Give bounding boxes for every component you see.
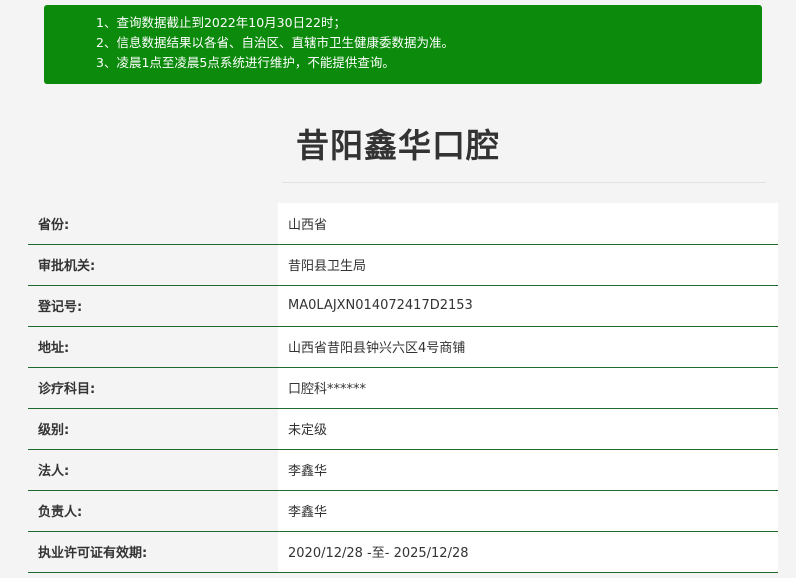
row-value: 李鑫华 — [278, 490, 778, 532]
row-label: 登记号: — [28, 285, 278, 327]
notice-line: 3、凌晨1点至凌晨5点系统进行维护，不能提供查询。 — [96, 55, 395, 70]
row-value: 昔阳县卫生局 — [278, 244, 778, 286]
row-value: 山西省 — [278, 203, 778, 245]
row-label: 负责人: — [28, 490, 278, 532]
table-row: 执业许可证有效期: 2020/12/28 -至- 2025/12/28 — [28, 531, 778, 573]
row-label: 诊疗科目: — [28, 367, 278, 409]
row-label: 审批机关: — [28, 244, 278, 286]
table-row: 负责人: 李鑫华 — [28, 490, 778, 532]
table-row: 法人: 李鑫华 — [28, 449, 778, 491]
notice-banner: 1、查询数据截止到2022年10月30日22时； 2、信息数据结果以各省、自治区… — [44, 5, 762, 84]
table-row: 级别: 未定级 — [28, 408, 778, 450]
notice-line: 2、信息数据结果以各省、自治区、直辖市卫生健康委数据为准。 — [96, 35, 454, 50]
row-value: 李鑫华 — [278, 449, 778, 491]
row-label: 法人: — [28, 449, 278, 491]
notice-line: 1、查询数据截止到2022年10月30日22时； — [96, 15, 346, 30]
row-label: 省份: — [28, 203, 278, 245]
table-row: 诊疗科目: 口腔科****** — [28, 367, 778, 409]
table-row: 省份: 山西省 — [28, 203, 778, 245]
row-label: 级别: — [28, 408, 278, 450]
row-value: 山西省昔阳县钟兴六区4号商铺 — [278, 326, 778, 368]
title-divider — [282, 182, 766, 183]
row-label: 执业许可证有效期: — [28, 531, 278, 573]
page-title: 昔阳鑫华口腔 — [296, 126, 500, 165]
clinic-info-table: 省份: 山西省 审批机关: 昔阳县卫生局 登记号: MA0LAJXN014072… — [28, 203, 778, 573]
table-row: 登记号: MA0LAJXN014072417D2153 — [28, 285, 778, 327]
table-row: 审批机关: 昔阳县卫生局 — [28, 244, 778, 286]
row-value: 未定级 — [278, 408, 778, 450]
row-label: 地址: — [28, 326, 278, 368]
row-value: 2020/12/28 -至- 2025/12/28 — [278, 531, 778, 573]
row-value: MA0LAJXN014072417D2153 — [278, 285, 778, 327]
row-value: 口腔科****** — [278, 367, 778, 409]
table-row: 地址: 山西省昔阳县钟兴六区4号商铺 — [28, 326, 778, 368]
